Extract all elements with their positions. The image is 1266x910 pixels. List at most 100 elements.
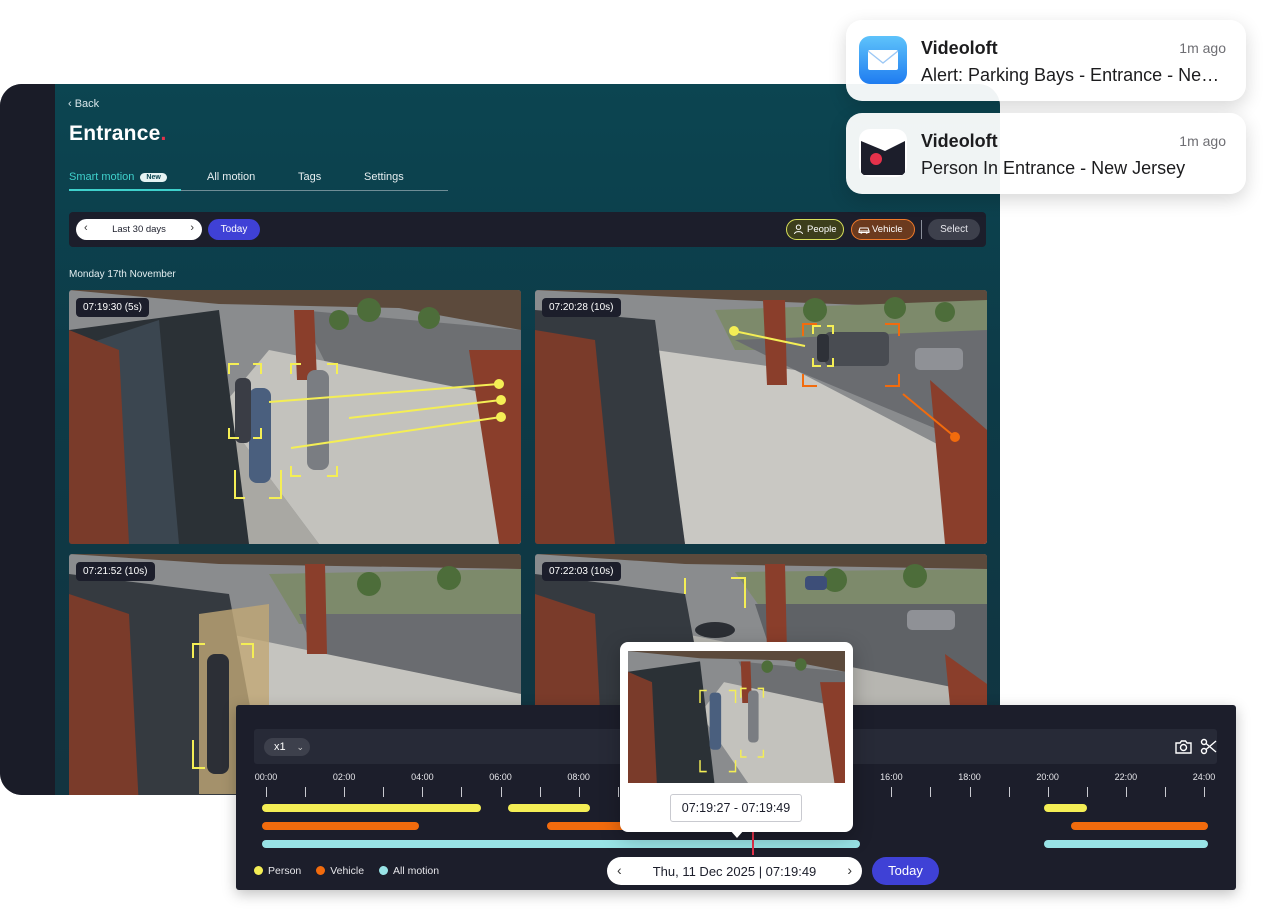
camera-scene-image <box>535 290 987 544</box>
legend-label: All motion <box>392 865 440 877</box>
chevron-right-icon[interactable]: › <box>190 222 194 234</box>
clip-timestamp: 07:22:03 (10s) <box>542 562 621 581</box>
timeline-tick <box>617 787 619 797</box>
app-sidebar <box>0 84 55 795</box>
timeline-segment-all-motion[interactable] <box>262 840 861 848</box>
date-range-picker[interactable]: ‹ Last 30 days › <box>76 219 202 240</box>
timeline-tick <box>266 787 267 797</box>
current-date-time[interactable]: Thu, 11 Dec 2025 | 07:19:49 <box>607 864 862 879</box>
select-button[interactable]: Select <box>928 219 980 240</box>
clip-thumbnail[interactable]: 07:20:28 (10s) <box>535 290 987 544</box>
timeline-segment-person[interactable] <box>508 804 591 812</box>
playback-speed-value: x1 <box>274 741 286 753</box>
legend-item-vehicle: Vehicle <box>316 865 364 877</box>
motion-dot <box>378 866 388 875</box>
notification-app-name: Videoloft <box>921 38 998 58</box>
timeline-tick <box>305 787 307 797</box>
filter-toolbar: ‹ Last 30 days › Today People Vehicle Se… <box>69 212 986 247</box>
new-badge: New <box>140 173 167 182</box>
videoloft-logo-icon <box>859 129 907 177</box>
tab-tags[interactable]: Tags <box>298 171 321 183</box>
clip-thumbnail[interactable]: 07:19:30 (5s) <box>69 290 521 544</box>
timeline-segment-vehicle[interactable] <box>262 822 419 830</box>
mail-icon <box>859 36 907 84</box>
popup-pointer <box>730 830 744 838</box>
notification-app-name: Videoloft <box>921 131 998 151</box>
tab-settings[interactable]: Settings <box>364 171 404 183</box>
notification-body: Person In Entrance - New Jersey <box>921 158 1186 178</box>
timeline-hour-label: 08:00 <box>567 772 590 782</box>
notification-time: 1m ago <box>1179 40 1226 56</box>
clip-timestamp: 07:19:30 (5s) <box>76 298 149 317</box>
timeline-segment-person[interactable] <box>1043 804 1087 812</box>
timeline-hour-label: 22:00 <box>1114 772 1138 782</box>
timeline-tick <box>1008 787 1010 797</box>
timeline-tick <box>344 787 346 797</box>
vehicle-dot <box>316 866 326 875</box>
car-icon <box>858 227 870 234</box>
timeline-hour-label: 02:00 <box>332 772 356 782</box>
timeline-tick <box>930 787 932 797</box>
timeline-tick <box>1047 787 1049 797</box>
timeline-segment-person[interactable] <box>262 804 482 812</box>
chevron-down-icon: ⌄ <box>296 742 304 752</box>
toolbar-divider <box>921 220 922 239</box>
today-button[interactable]: Today <box>872 857 939 885</box>
timeline-hour-label: 00:00 <box>254 772 278 782</box>
timeline-hour-label: 24:00 <box>1192 772 1216 782</box>
people-filter-chip[interactable]: People <box>786 219 844 240</box>
vehicle-filter-chip[interactable]: Vehicle <box>851 219 915 240</box>
timeline-tick <box>422 787 424 797</box>
tab-all-motion[interactable]: All motion <box>207 171 255 183</box>
page-title: Entrance. <box>69 122 167 146</box>
notification-body: Alert: Parking Bays - Entrance - New Jer… <box>921 65 1231 85</box>
timeline-legend: Person Vehicle All motion <box>254 865 451 877</box>
person-dot <box>254 866 263 875</box>
back-link[interactable]: ‹ Back <box>68 98 99 110</box>
timeline-tick <box>969 787 971 797</box>
timeline-tick <box>578 787 580 797</box>
tab-label: Smart motion <box>69 171 135 183</box>
notification-card[interactable]: Videoloft 1m ago Person In Entrance - Ne… <box>846 113 1246 194</box>
clip-timestamp: 07:20:28 (10s) <box>542 298 621 317</box>
timeline-hour-label: 16:00 <box>880 772 903 782</box>
legend-label: Vehicle <box>330 865 365 877</box>
chevron-right-icon[interactable]: › <box>847 862 852 878</box>
timeline-hour-label: 06:00 <box>489 772 512 782</box>
page-title-text: Entrance <box>69 122 161 145</box>
timeline-segment-vehicle[interactable] <box>1071 822 1208 830</box>
playback-speed-select[interactable]: x1 ⌄ <box>264 738 310 756</box>
title-accent-dot: . <box>160 122 167 145</box>
timeline-preview-popup: 07:19:27 - 07:19:49 <box>620 642 853 838</box>
people-chip-label: People <box>807 224 837 235</box>
notification-card[interactable]: Videoloft 1m ago Alert: Parking Bays - E… <box>846 20 1246 101</box>
timeline-hour-label: 04:00 <box>411 772 434 782</box>
camera-scene-image <box>628 651 845 783</box>
timeline-tick <box>1164 787 1166 797</box>
clip-timestamp: 07:21:52 (10s) <box>76 562 155 581</box>
timeline-tick <box>539 787 541 797</box>
scissors-icon[interactable] <box>1199 737 1218 756</box>
legend-item-person: Person <box>254 865 301 877</box>
camera-snapshot-icon[interactable] <box>1174 737 1193 756</box>
preview-time-range: 07:19:27 - 07:19:49 <box>670 794 802 822</box>
camera-scene-image <box>69 290 521 544</box>
legend-label: Person <box>268 865 302 877</box>
timeline-tick <box>383 787 385 797</box>
timeline-tick <box>500 787 502 797</box>
timeline-tick <box>1086 787 1088 797</box>
today-button[interactable]: Today <box>208 219 260 240</box>
tab-smart-motion[interactable]: Smart motion New <box>69 171 167 183</box>
vehicle-chip-label: Vehicle <box>872 224 903 235</box>
timeline-tick <box>1204 787 1205 797</box>
tab-bar: Smart motion New All motion Tags Settings <box>69 170 448 191</box>
active-tab-indicator <box>69 189 181 191</box>
timeline-tick <box>1125 787 1127 797</box>
notification-time: 1m ago <box>1179 133 1226 149</box>
timeline-segment-all-motion[interactable] <box>1043 840 1208 848</box>
legend-item-all-motion: All motion <box>378 865 440 877</box>
timeline-hour-label: 18:00 <box>958 772 981 782</box>
preview-thumbnail <box>628 651 845 783</box>
date-range-label: Last 30 days <box>112 224 166 235</box>
person-icon <box>794 224 803 235</box>
